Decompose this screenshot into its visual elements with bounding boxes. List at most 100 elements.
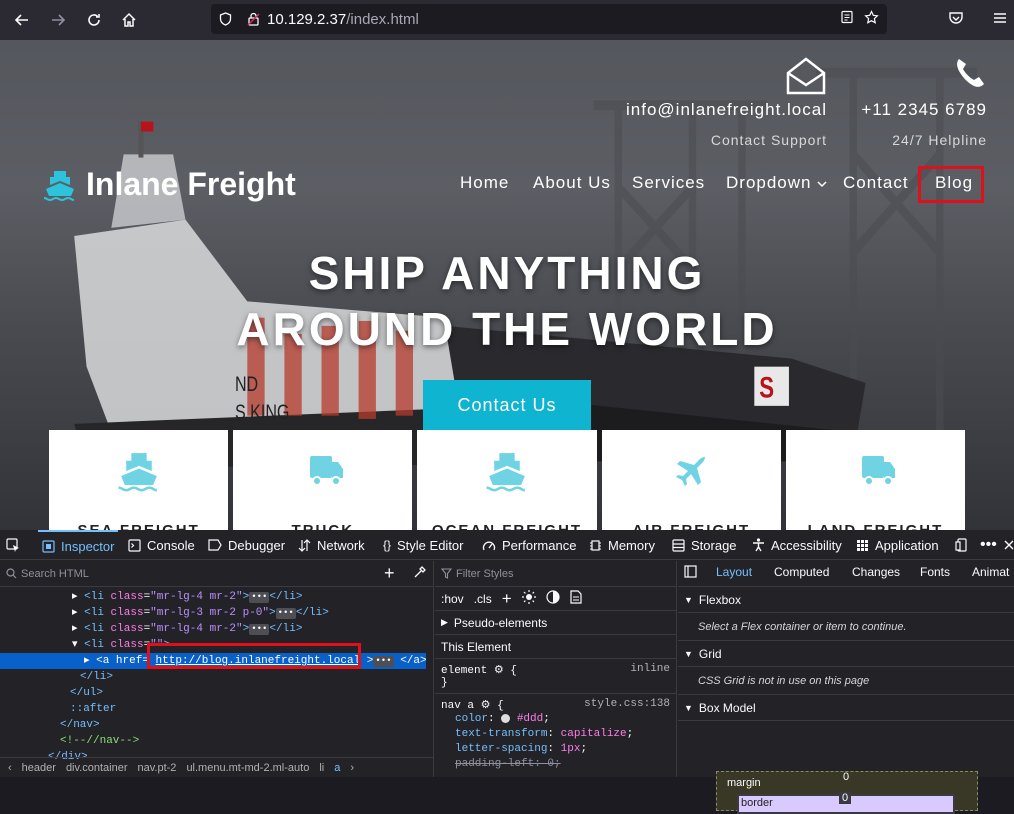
tab-fonts[interactable]: Fonts: [920, 565, 950, 579]
tree-node-comment: <!--//nav-->: [60, 735, 140, 747]
breadcrumb-right-icon[interactable]: ›: [350, 762, 354, 774]
tree-node-li-1[interactable]: ▸ <li class="mr-lg-4 mr-2"> ••• </li>: [72, 589, 302, 605]
css-declaration[interactable]: color: #ddd;: [455, 712, 670, 727]
grid-section-header[interactable]: ▼ Grid: [678, 641, 1014, 667]
print-media-icon[interactable]: [570, 590, 582, 607]
tab-style-editor-label: Style Editor: [397, 537, 464, 553]
nav-a-rule-selector: nav a: [441, 700, 475, 712]
filter-styles-input[interactable]: Filter Styles: [456, 568, 513, 580]
css-declaration-overridden[interactable]: padding-left: 0;: [455, 757, 670, 772]
color-swatch[interactable]: [501, 713, 511, 723]
hamburger-menu-icon[interactable]: [992, 10, 1008, 31]
tab-performance[interactable]: Performance: [482, 530, 576, 560]
insecure-lock-icon[interactable]: [239, 12, 267, 26]
tab-memory-label: Memory: [608, 537, 655, 553]
pseudo-elements-label: Pseudo-elements: [453, 615, 548, 630]
flexbox-section-header[interactable]: ▼ Flexbox: [678, 587, 1014, 613]
tab-accessibility[interactable]: Accessibility: [752, 530, 842, 560]
phone-number[interactable]: +11 2345 6789: [840, 100, 987, 120]
forward-button[interactable]: [40, 2, 76, 38]
element-picker-icon[interactable]: [6, 530, 20, 560]
tree-node-after[interactable]: ::after: [70, 701, 116, 717]
reader-view-icon[interactable]: [840, 10, 854, 29]
css-declaration[interactable]: text-transform: capitalize;: [455, 727, 670, 742]
light-mode-icon[interactable]: [521, 590, 536, 607]
back-button[interactable]: [4, 2, 40, 38]
contact-us-button[interactable]: Contact Us: [423, 380, 591, 430]
url-bar[interactable]: 10.129.2.37/index.html: [211, 4, 887, 34]
hov-toggle[interactable]: :hov: [441, 592, 464, 606]
pocket-icon[interactable]: [948, 10, 964, 31]
tree-node-li-2[interactable]: ▸ <li class="mr-lg-3 mr-2 p-0"> ••• </li>: [72, 605, 329, 621]
pseudo-elements-row[interactable]: ▶ Pseudo-elements: [435, 611, 676, 635]
menu-item-home[interactable]: Home: [460, 173, 509, 193]
menu-item-dropdown[interactable]: Dropdown: [726, 173, 827, 193]
border-value[interactable]: 0: [839, 792, 852, 804]
tab-style-editor[interactable]: {} Style Editor: [383, 530, 464, 560]
shield-icon[interactable]: [211, 12, 239, 26]
nav-a-rule[interactable]: style.css:138 nav a ⚙ { color: #ddd; tex…: [435, 694, 676, 776]
tab-computed[interactable]: Computed: [774, 565, 829, 579]
search-html-input[interactable]: Search HTML: [21, 568, 89, 580]
breadcrumb-item[interactable]: li: [319, 762, 324, 774]
bookmark-star-icon[interactable]: [864, 9, 879, 29]
margin-value[interactable]: 0: [843, 771, 849, 783]
element-rule-source: inline: [630, 663, 670, 675]
service-card-ocean-freight[interactable]: OCEAN FREIGHT: [417, 430, 597, 530]
menu-item-contact[interactable]: Contact: [843, 173, 909, 193]
tab-inspector[interactable]: Inspector: [38, 530, 119, 560]
dark-mode-icon[interactable]: [546, 590, 560, 607]
element-rule[interactable]: inline element ⚙ {}: [435, 659, 676, 694]
add-node-icon[interactable]: +: [384, 564, 395, 582]
tab-debugger[interactable]: Debugger: [208, 530, 285, 560]
home-button[interactable]: [111, 2, 147, 38]
css-declaration[interactable]: letter-spacing: 1px;: [455, 742, 670, 757]
tab-console[interactable]: Console: [128, 530, 195, 560]
tab-changes[interactable]: Changes: [852, 565, 900, 579]
menu-item-about-us[interactable]: About Us: [533, 173, 611, 193]
close-icon[interactable]: [1004, 530, 1014, 560]
responsive-design-icon[interactable]: [955, 530, 969, 560]
tree-node-li-3[interactable]: ▸ <li class="mr-lg-4 mr-2"> ••• </li>: [72, 621, 302, 637]
add-rule-icon[interactable]: +: [502, 589, 512, 609]
breadcrumb-left-icon[interactable]: ‹: [8, 762, 12, 774]
tab-animations[interactable]: Animat: [972, 565, 1009, 579]
service-card-sea-freight[interactable]: SEA FREIGHT: [49, 430, 229, 530]
tab-layout[interactable]: Layout: [716, 565, 752, 579]
tab-application[interactable]: Application: [856, 530, 939, 560]
service-card-label: OCEAN FREIGHT: [417, 522, 596, 530]
breadcrumb-item[interactable]: div.container: [66, 762, 128, 774]
back-arrow-icon: [14, 14, 28, 26]
tab-network[interactable]: Network: [298, 530, 365, 560]
layout-pane: Layout Computed Changes Fonts Animat ▼ Fl…: [678, 561, 1014, 814]
home-icon: [122, 12, 136, 27]
tab-storage[interactable]: Storage: [672, 530, 737, 560]
box-model-section-header[interactable]: ▼ Box Model: [678, 695, 1014, 721]
service-card-label: TRUCK: [233, 522, 412, 530]
email-address[interactable]: info@inlanefreight.local: [620, 100, 827, 120]
service-card-land-freight[interactable]: LAND FREIGHT: [785, 430, 966, 530]
this-element-header: This Element: [435, 635, 676, 659]
forward-arrow-icon: [52, 14, 66, 26]
phone-icon: [840, 56, 987, 100]
phone-caption: 24/7 Helpline: [892, 132, 987, 148]
more-options-icon[interactable]: •••: [980, 530, 997, 560]
nav-a-rule-source[interactable]: style.css:138: [584, 698, 670, 710]
tab-debugger-label: Debugger: [228, 537, 286, 553]
reload-button[interactable]: [76, 2, 112, 38]
breadcrumb: ‹ header div.container nav.pt-2 ul.menu.…: [0, 757, 433, 777]
breadcrumb-item[interactable]: nav.pt-2: [138, 762, 177, 774]
element-rule-selector: element: [441, 665, 488, 677]
service-card-air-freight[interactable]: AIR FREIGHT: [601, 430, 781, 530]
reload-icon: [88, 14, 100, 26]
breadcrumb-item[interactable]: ul.menu.mt-md-2.ml-auto: [186, 762, 309, 774]
breadcrumb-item[interactable]: header: [22, 762, 56, 774]
tab-performance-label: Performance: [502, 537, 577, 553]
service-card-truck[interactable]: TRUCK: [233, 430, 413, 530]
toggle-sidebar-icon[interactable]: [684, 565, 697, 581]
cls-toggle[interactable]: .cls: [474, 592, 492, 606]
tab-memory[interactable]: Memory: [589, 530, 655, 560]
menu-item-services[interactable]: Services: [632, 173, 705, 193]
eyedropper-icon[interactable]: [413, 566, 426, 582]
breadcrumb-item[interactable]: a: [334, 762, 340, 774]
